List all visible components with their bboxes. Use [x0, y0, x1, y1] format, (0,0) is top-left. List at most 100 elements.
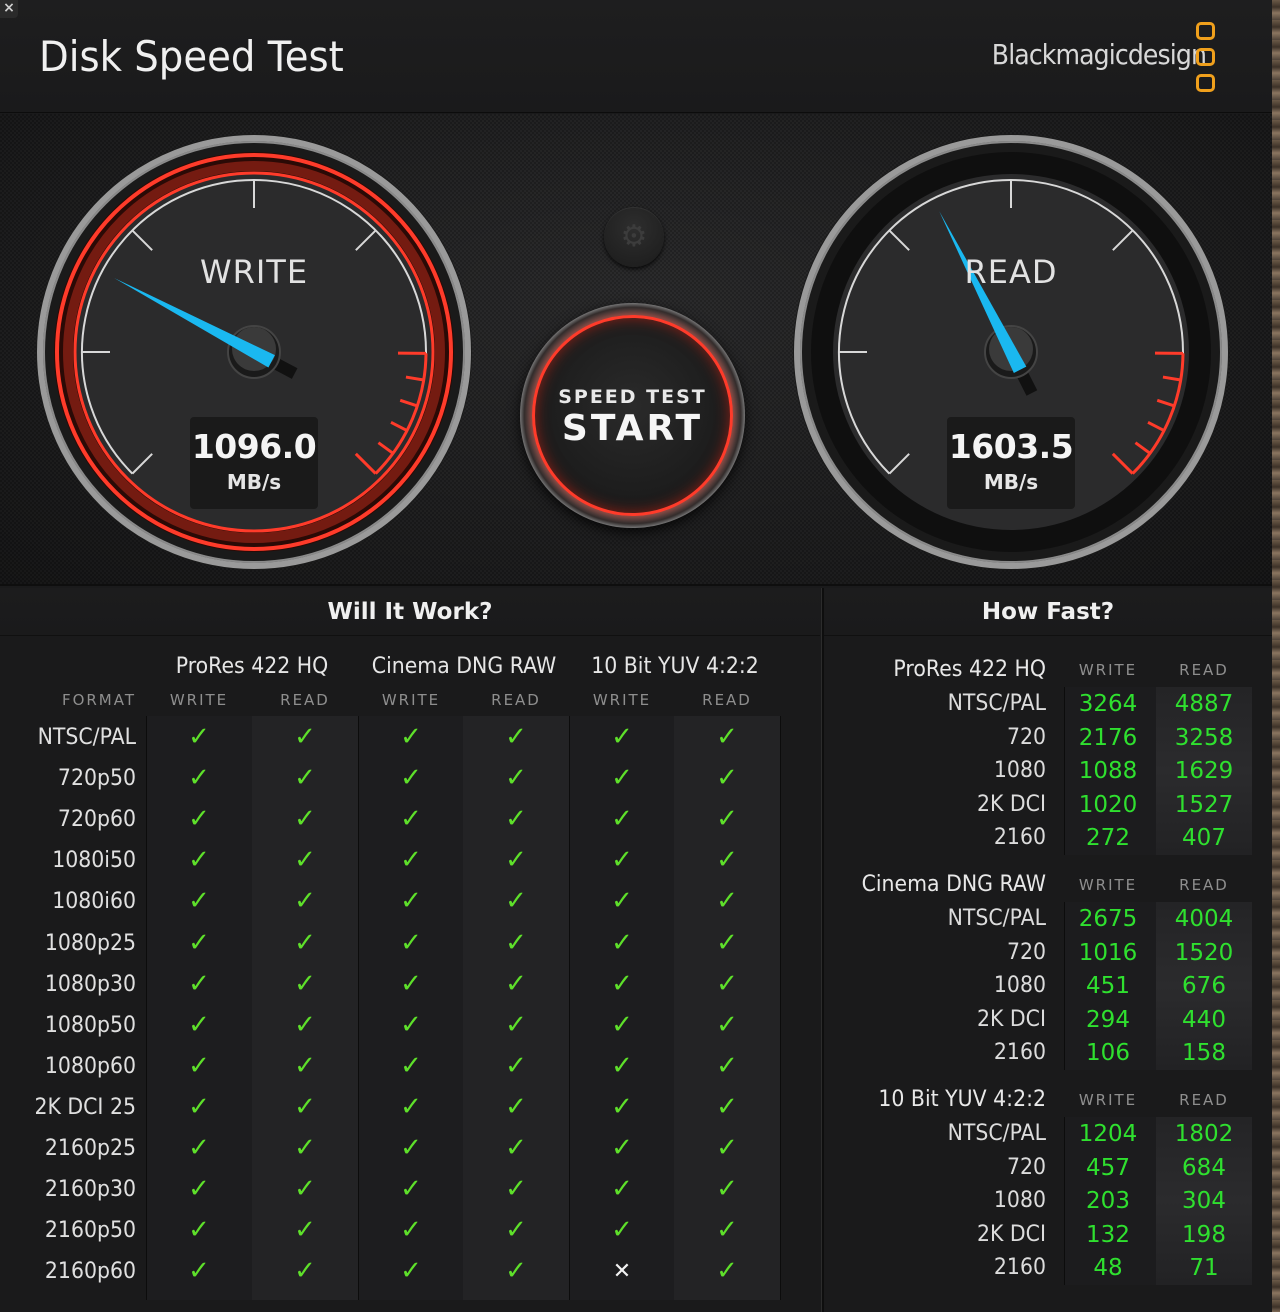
- start-button-face: SPEED TEST START: [532, 315, 733, 516]
- table-row: 2160p25 ✓ ✓ ✓ ✓ ✓ ✓: [0, 1128, 820, 1169]
- table-row: NTSC/PAL ✓ ✓ ✓ ✓ ✓ ✓: [0, 717, 820, 758]
- check-icon: ✓: [505, 927, 527, 958]
- title-bar: Disk Speed Test Blackmagicdesign: [0, 0, 1272, 113]
- table-row: NTSC/PAL 2675 4004: [824, 902, 1272, 936]
- settings-button[interactable]: ⚙: [604, 207, 664, 267]
- table-row: 1080p25 ✓ ✓ ✓ ✓ ✓ ✓: [0, 923, 820, 964]
- check-icon: ✓: [294, 927, 316, 958]
- read-fps-value: 440: [1182, 1006, 1226, 1033]
- read-gauge: READ 1603.5 MB/s: [790, 131, 1232, 573]
- table-row: 2160p50 ✓ ✓ ✓ ✓ ✓ ✓: [0, 1210, 820, 1251]
- write-fps-value: 2176: [1078, 724, 1138, 751]
- check-icon: ✓: [716, 1009, 738, 1040]
- check-icon: ✓: [400, 1091, 422, 1122]
- check-icon: ✓: [400, 763, 422, 794]
- check-icon: ✓: [716, 804, 738, 835]
- app-title: Disk Speed Test: [39, 32, 344, 81]
- format-label: 1080p60: [44, 1053, 136, 1079]
- table-row: 2160 106 158: [824, 1036, 1272, 1070]
- write-fps-value: 294: [1086, 1006, 1130, 1033]
- write-gauge: WRITE 1096.0 MB/s: [33, 131, 475, 573]
- check-icon: ✓: [716, 1050, 738, 1081]
- codec-header: ProRes 422 HQ: [893, 657, 1046, 682]
- check-icon: ✓: [400, 1050, 422, 1081]
- check-icon: ✓: [400, 1009, 422, 1040]
- write-column-header: WRITE: [1078, 1091, 1138, 1109]
- format-label: 1080i60: [52, 889, 137, 915]
- check-icon: ✓: [716, 845, 738, 876]
- table-row: 2K DCI 1020 1527: [824, 788, 1272, 822]
- table-row: 2160 48 71: [824, 1251, 1272, 1285]
- format-label: 2160p50: [44, 1218, 136, 1244]
- write-column-header: WRITE: [1078, 876, 1138, 894]
- check-icon: ✓: [611, 1215, 633, 1246]
- check-icon: ✓: [716, 1174, 738, 1205]
- codec-header: Cinema DNG RAW: [861, 872, 1046, 897]
- format-label: 2K DCI: [976, 791, 1046, 817]
- table-row: 1080i60 ✓ ✓ ✓ ✓ ✓ ✓: [0, 881, 820, 922]
- table-row: 1080 451 676: [824, 969, 1272, 1003]
- sub-column-header: WRITE: [592, 691, 652, 709]
- format-label: 1080: [993, 1188, 1046, 1214]
- format-label: 2160p60: [44, 1259, 136, 1285]
- write-fps-value: 1088: [1078, 758, 1138, 785]
- table-row: 2K DCI 294 440: [824, 1003, 1272, 1037]
- sub-column-header: READ: [491, 691, 541, 709]
- check-icon: ✓: [188, 1091, 210, 1122]
- check-icon: ✓: [505, 1091, 527, 1122]
- format-label: 1080p25: [44, 930, 136, 956]
- table-row: 1080p50 ✓ ✓ ✓ ✓ ✓ ✓: [0, 1005, 820, 1046]
- will-it-work-table: FORMAT ProRes 422 HQ Cinema DNG RAW 10 Bit…: [0, 636, 820, 1312]
- table-row: 2K DCI 25 ✓ ✓ ✓ ✓ ✓ ✓: [0, 1087, 820, 1128]
- check-icon: ✓: [400, 1256, 422, 1287]
- check-icon: ✓: [400, 886, 422, 917]
- table-row: 720 1016 1520: [824, 936, 1272, 970]
- speed-test-start-button[interactable]: SPEED TEST START: [520, 303, 745, 528]
- app-window: Disk Speed Test Blackmagicdesign × WRITE…: [0, 0, 1272, 1312]
- table-row: 720p60 ✓ ✓ ✓ ✓ ✓ ✓: [0, 799, 820, 840]
- check-icon: ✓: [716, 763, 738, 794]
- close-button[interactable]: ×: [0, 0, 18, 18]
- table-row: 2160p60 ✓ ✓ ✓ ✓ ✕ ✓: [0, 1251, 820, 1292]
- write-fps-value: 1020: [1078, 791, 1138, 818]
- table-row: 720 457 684: [824, 1151, 1272, 1185]
- check-icon: ✓: [188, 1050, 210, 1081]
- check-icon: ✓: [505, 804, 527, 835]
- format-label: NTSC/PAL: [37, 725, 136, 750]
- check-icon: ✓: [611, 1050, 633, 1081]
- write-column-header: WRITE: [1078, 661, 1138, 679]
- read-fps-value: 4004: [1174, 906, 1234, 932]
- write-readout: 1096.0 MB/s: [190, 417, 318, 509]
- check-icon: ✓: [611, 1174, 633, 1205]
- check-icon: ✓: [400, 1215, 422, 1246]
- write-fps-value: 203: [1086, 1188, 1130, 1215]
- write-fps-value: 3264: [1078, 691, 1138, 717]
- close-icon: ×: [3, 0, 15, 16]
- how-fast-title: How Fast?: [824, 588, 1272, 636]
- read-fps-value: 684: [1182, 1154, 1226, 1181]
- format-label: 2160: [993, 825, 1046, 851]
- format-label: 720: [1006, 939, 1046, 965]
- check-icon: ✓: [294, 804, 316, 835]
- read-fps-value: 1629: [1174, 758, 1234, 785]
- format-label: NTSC/PAL: [947, 691, 1046, 716]
- codec-header: Cinema DNG RAW: [371, 654, 557, 679]
- read-column-header: READ: [1179, 876, 1229, 894]
- check-icon: ✓: [505, 1256, 527, 1287]
- check-icon: ✓: [188, 968, 210, 999]
- table-row: 2K DCI 132 198: [824, 1218, 1272, 1252]
- check-icon: ✓: [294, 1050, 316, 1081]
- check-icon: ✓: [505, 722, 527, 752]
- check-icon: ✓: [505, 1050, 527, 1081]
- check-icon: ✓: [611, 968, 633, 999]
- check-icon: ✓: [716, 1133, 738, 1163]
- gear-icon: ⚙: [620, 219, 648, 254]
- check-icon: ✓: [294, 722, 316, 752]
- table-row: NTSC/PAL 3264 4887: [824, 687, 1272, 721]
- check-icon: ✓: [611, 1091, 633, 1122]
- format-label: 720p60: [57, 807, 136, 833]
- read-fps-value: 407: [1182, 825, 1226, 852]
- check-icon: ✓: [188, 1174, 210, 1205]
- how-fast-table: ProRes 422 HQ WRITE READ NTSC/PAL 3264 4887 72…: [824, 636, 1272, 1312]
- table-row: 1080 203 304: [824, 1184, 1272, 1218]
